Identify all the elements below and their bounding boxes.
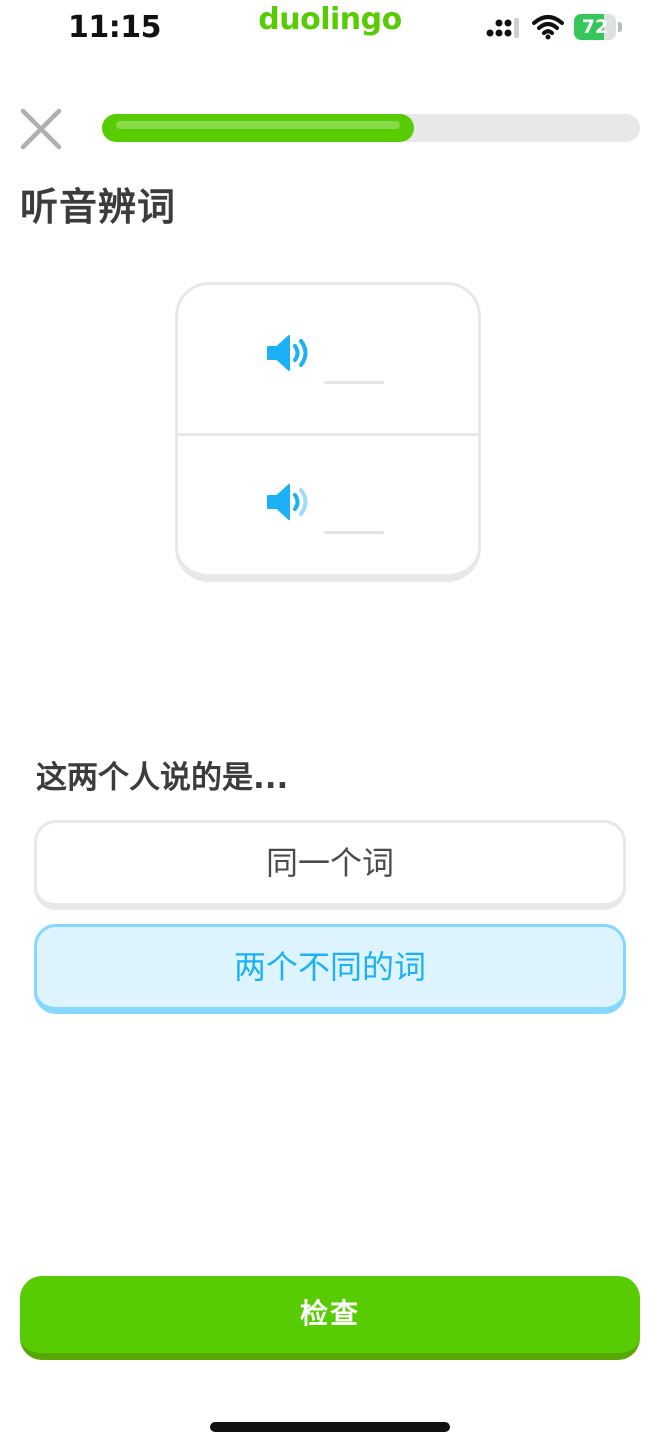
- wifi-icon: [532, 15, 564, 40]
- battery-level: 72: [581, 16, 609, 38]
- audio-answer-blank: [324, 381, 384, 384]
- audio-clip-1-button[interactable]: [178, 285, 478, 433]
- audio-card: [175, 282, 481, 582]
- audio-clip-2-button[interactable]: [178, 436, 478, 574]
- home-indicator: [210, 1422, 450, 1432]
- speaker-icon: [267, 484, 308, 520]
- option-same-word-button[interactable]: 同一个词: [34, 820, 626, 910]
- signal-icon: [486, 18, 519, 38]
- close-icon[interactable]: [18, 106, 64, 152]
- progress-bar: [102, 114, 640, 142]
- check-button[interactable]: 检查: [20, 1276, 640, 1360]
- progress-fill: [102, 114, 415, 142]
- speaker-icon: [267, 335, 308, 371]
- option-different-words-button[interactable]: 两个不同的词: [34, 924, 626, 1014]
- question-prompt: 这两个人说的是...: [36, 760, 289, 796]
- audio-answer-blank: [324, 531, 384, 534]
- battery-icon: 72: [574, 14, 624, 40]
- exercise-title: 听音辨词: [20, 185, 177, 229]
